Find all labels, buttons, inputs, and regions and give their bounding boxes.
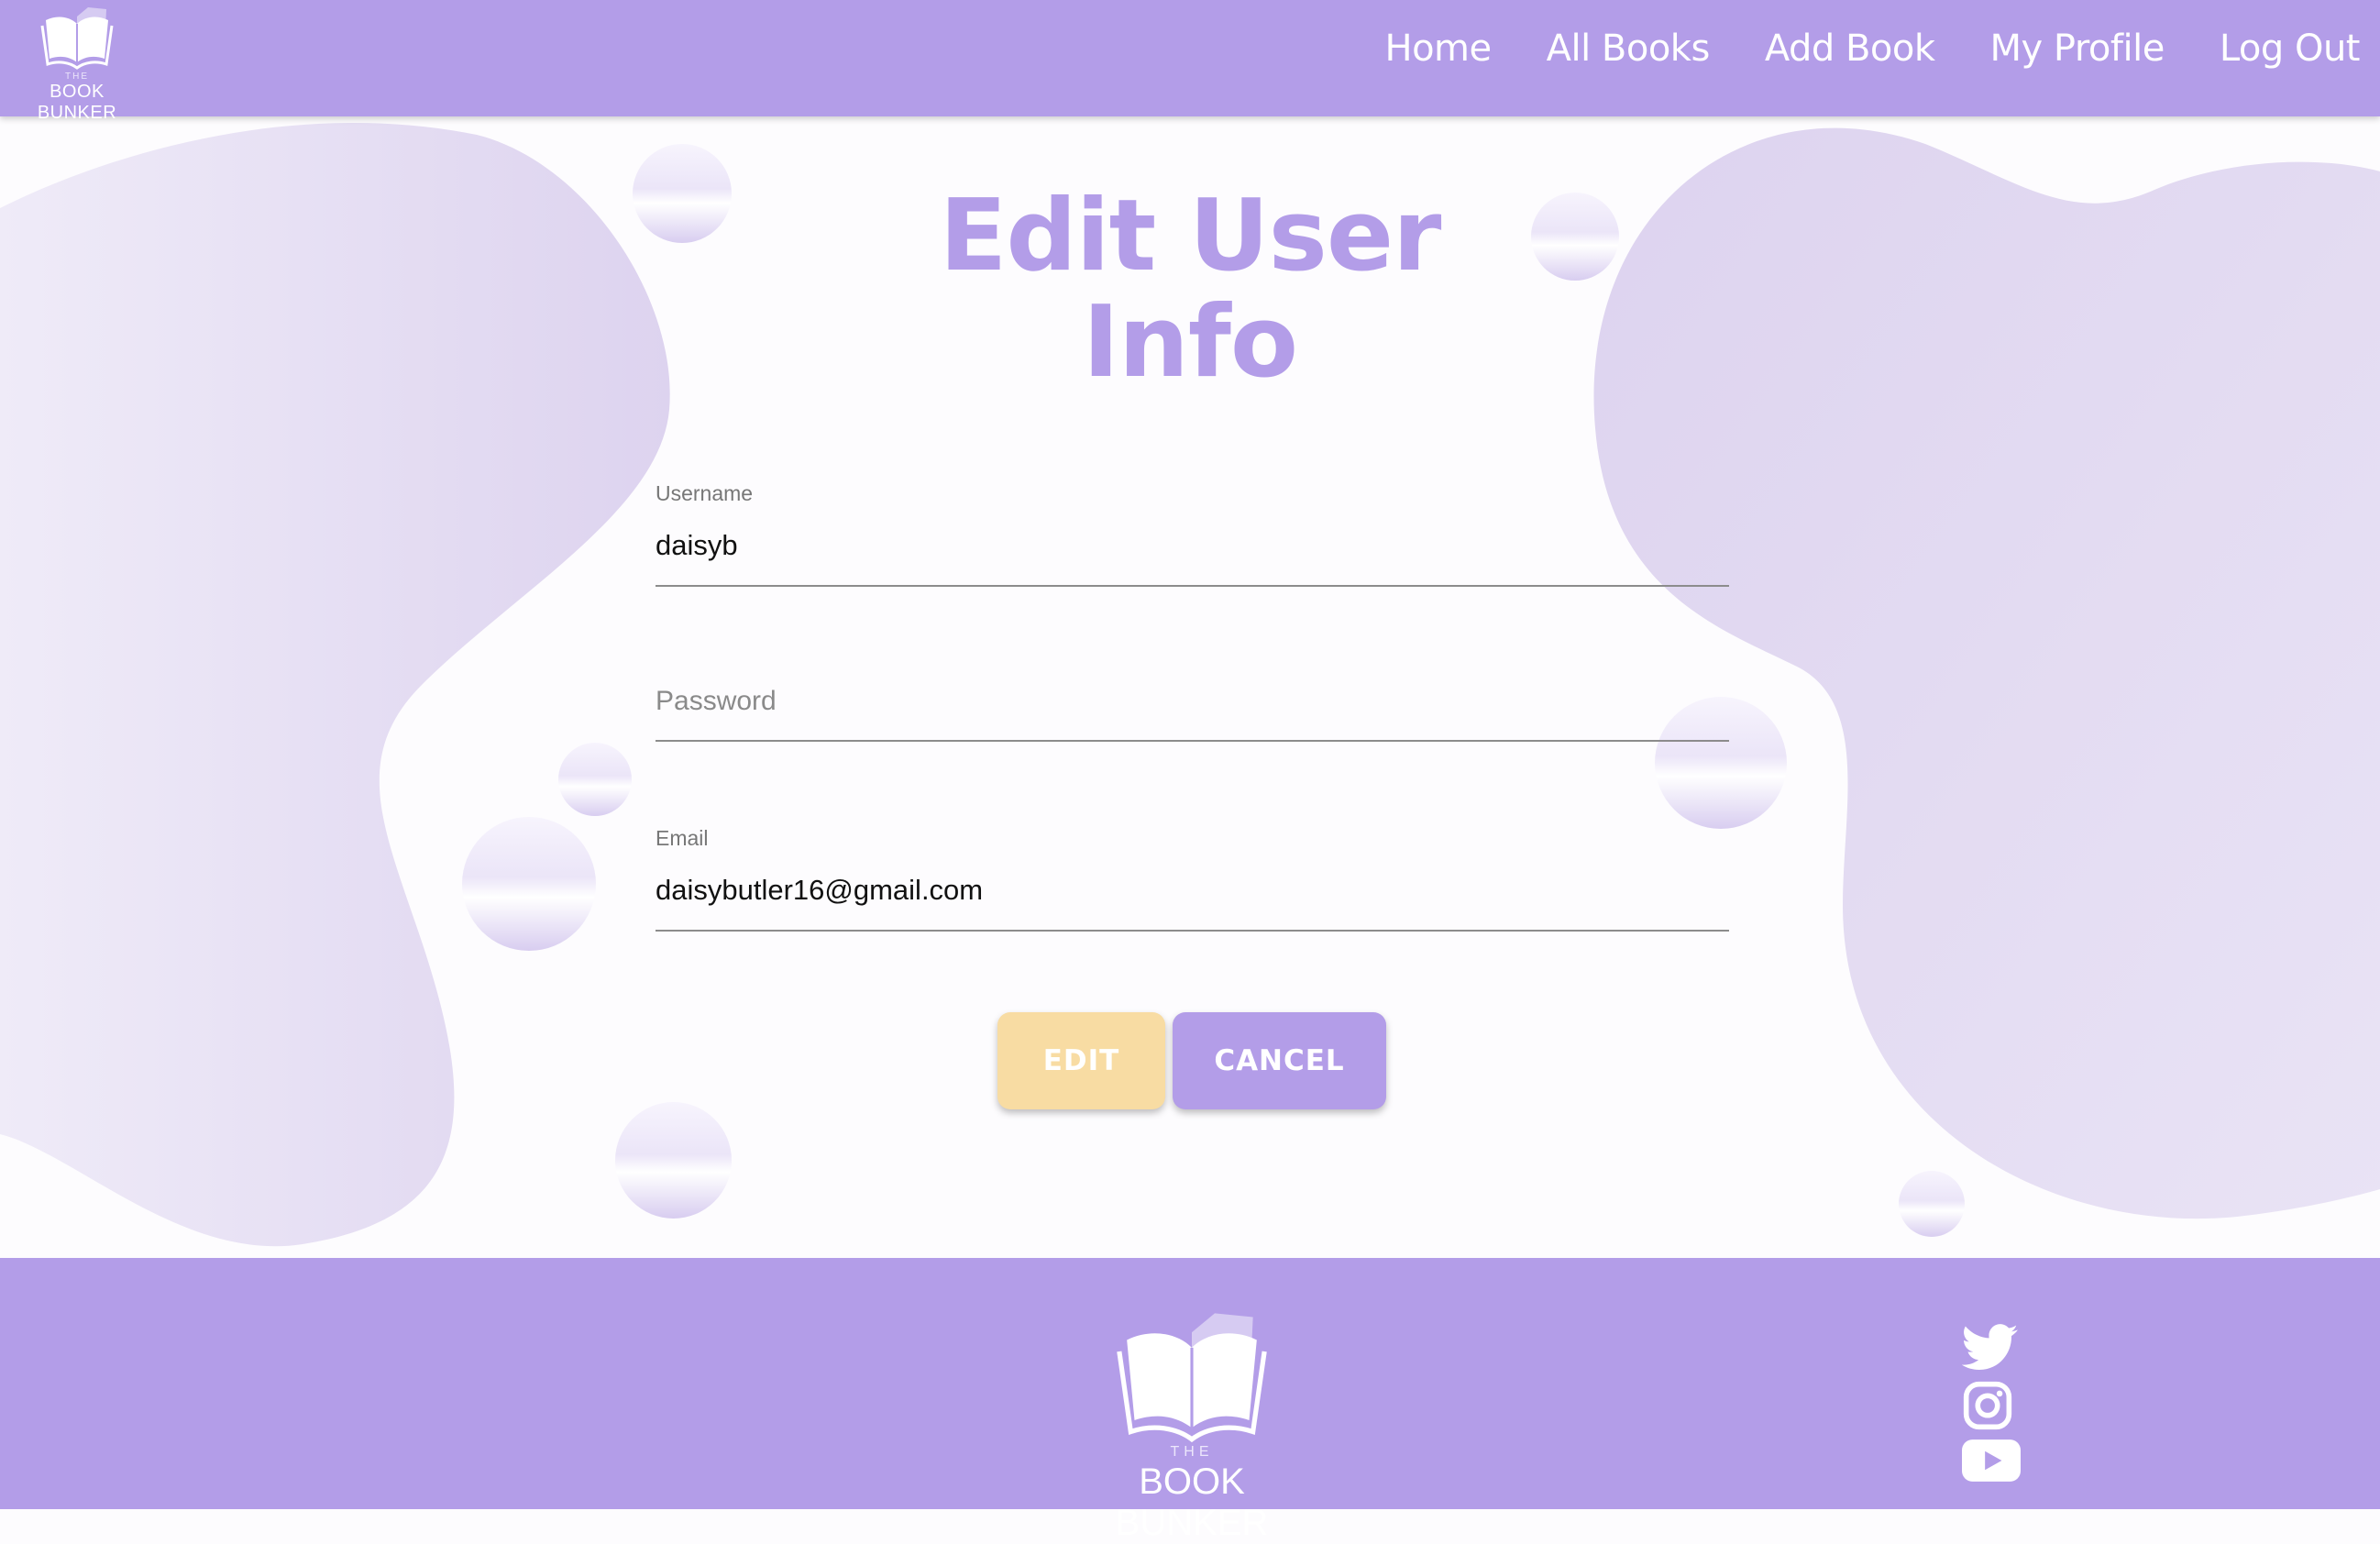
twitter-icon[interactable] (1962, 1324, 2019, 1372)
username-field[interactable]: Username daisyb (656, 481, 1729, 588)
bubble (615, 1102, 732, 1219)
footer-logo[interactable]: THE BOOK BUNKER (1063, 1258, 1320, 1543)
username-underline (656, 585, 1729, 587)
username-label: Username (656, 481, 754, 505)
page-title-line1: Edit User (939, 179, 1442, 293)
cancel-button[interactable]: CANCEL (1173, 1012, 1386, 1109)
footer: THE BOOK BUNKER (0, 1258, 2380, 1543)
email-label: Email (656, 826, 709, 850)
bubble (462, 817, 596, 951)
nav-all-books[interactable]: All Books (1547, 28, 1711, 70)
email-input[interactable]: daisybutler16@gmail.com (656, 874, 983, 907)
password-underline (656, 740, 1729, 742)
brand-name: BOOK BUNKER (37, 82, 117, 123)
footer-brand-name: BOOK BUNKER (1115, 1461, 1269, 1543)
nav-home[interactable]: Home (1384, 28, 1492, 70)
brand-the: THE (65, 72, 89, 82)
footer-brand-the: THE (1170, 1444, 1214, 1460)
password-input[interactable]: Password (656, 686, 777, 717)
page-title: Edit User Info (0, 183, 2380, 396)
username-input[interactable]: daisyb (656, 529, 738, 562)
top-navbar: THE BOOK BUNKER Home All Books Add Book … (0, 0, 2380, 123)
bubble (1899, 1171, 1965, 1237)
open-book-icon (40, 7, 114, 70)
nav-my-profile[interactable]: My Profile (1990, 28, 2165, 70)
bubble (558, 743, 632, 816)
email-field[interactable]: Email daisybutler16@gmail.com (656, 826, 1729, 932)
instagram-icon[interactable] (1962, 1380, 2013, 1431)
email-underline (656, 930, 1729, 932)
nav-add-book[interactable]: Add Book (1765, 28, 1935, 70)
edit-button[interactable]: EDIT (997, 1012, 1165, 1109)
page-title-line2: Info (1082, 285, 1298, 400)
nav-log-out[interactable]: Log Out (2220, 28, 2361, 70)
nav-menu: Home All Books Add Book My Profile Log O… (1329, 28, 2360, 70)
password-field[interactable]: Password (656, 683, 1729, 744)
open-book-icon (1117, 1313, 1267, 1443)
brand-logo[interactable]: THE BOOK BUNKER (13, 4, 141, 123)
youtube-icon[interactable] (1962, 1439, 2021, 1482)
